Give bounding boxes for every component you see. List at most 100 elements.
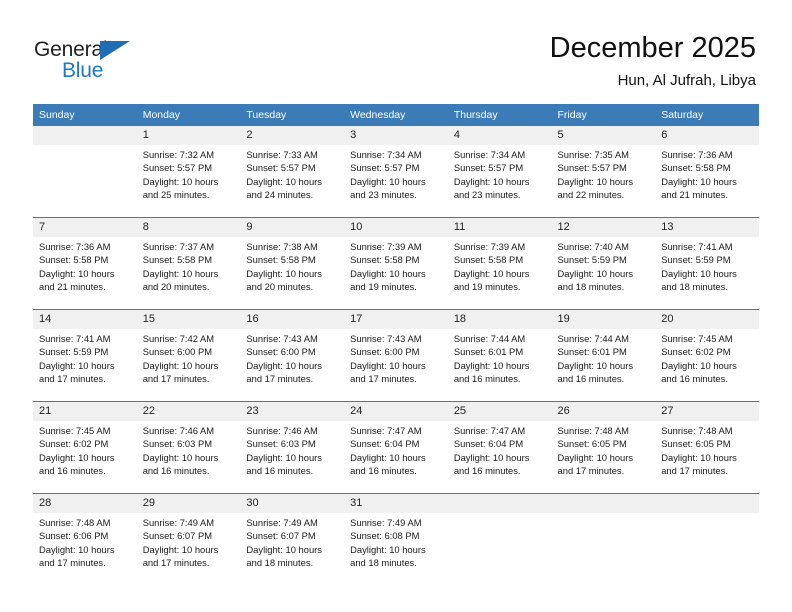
day-daylight-1-text: Daylight: 10 hours [246, 359, 322, 371]
calendar-day-cell[interactable]: 25 Sunrise: 7:47 AM Sunset: 6:04 PM Dayligh… [447, 401, 552, 494]
day-daylight-1-text: Daylight: 10 hours [453, 175, 530, 187]
weekday-header-friday: Friday [551, 104, 656, 126]
day-daylight-1-text: Daylight: 10 hours [350, 359, 426, 371]
calendar-day-cell[interactable]: 9 Sunrise: 7:38 AM Sunset: 5:58 PM Daylight… [240, 217, 345, 310]
calendar-day-cell[interactable]: 5 Sunrise: 7:35 AM Sunset: 5:57 PM Daylight… [551, 126, 656, 218]
calendar-day-cell[interactable]: 8 Sunrise: 7:37 AM Sunset: 5:58 PM Daylight… [136, 217, 241, 310]
day-number: 19 [551, 310, 656, 329]
day-sunrise-text: Sunrise: 7:46 AM [142, 425, 215, 436]
day-sunrise-text: Sunrise: 7:43 AM [350, 333, 422, 344]
day-number: 3 [344, 126, 448, 145]
day-daylight-2-text: and 17 minutes. [661, 464, 728, 476]
day-sunset-text: Sunset: 5:58 PM [661, 162, 731, 174]
day-sunrise-text: Sunrise: 7:48 AM [39, 517, 111, 528]
calendar-day-cell[interactable]: 30 Sunrise: 7:49 AM Sunset: 6:07 PM Dayligh… [240, 493, 345, 585]
calendar-day-cell[interactable]: 24 Sunrise: 7:47 AM Sunset: 6:04 PM Dayligh… [344, 401, 448, 494]
day-number: 12 [551, 218, 656, 237]
day-details: Sunrise: 7:36 AM Sunset: 5:58 PM Daylight:… [655, 145, 759, 217]
day-number: 31 [344, 494, 448, 513]
day-daylight-2-text: and 16 minutes. [39, 464, 106, 476]
day-number: 18 [447, 310, 552, 329]
day-daylight-1-text: Daylight: 10 hours [246, 451, 322, 463]
day-details: Sunrise: 7:49 AM Sunset: 6:08 PM Daylight:… [344, 513, 448, 585]
day-details: Sunrise: 7:45 AM Sunset: 6:02 PM Daylight:… [655, 329, 759, 401]
calendar-day-cell[interactable]: 31 Sunrise: 7:49 AM Sunset: 6:08 PM Dayligh… [344, 493, 448, 585]
day-sunset-text: Sunset: 6:07 PM [246, 530, 316, 542]
calendar-page: General Blue December 2025 Hun, Al Jufra… [0, 0, 792, 612]
calendar-day-cell[interactable]: 23 Sunrise: 7:46 AM Sunset: 6:03 PM Dayligh… [240, 401, 345, 494]
day-details: Sunrise: 7:40 AM Sunset: 5:59 PM Daylight:… [551, 237, 656, 309]
calendar-day-cell[interactable]: 26 Sunrise: 7:48 AM Sunset: 6:05 PM Dayligh… [551, 401, 656, 494]
day-daylight-2-text: and 16 minutes. [246, 464, 314, 476]
calendar-day-cell[interactable]: 15 Sunrise: 7:42 AM Sunset: 6:00 PM Dayligh… [136, 309, 241, 402]
day-sunrise-text: Sunrise: 7:40 AM [557, 241, 629, 252]
calendar-day-cell[interactable]: 12 Sunrise: 7:40 AM Sunset: 5:59 PM Dayligh… [551, 217, 656, 310]
day-number: 22 [136, 402, 241, 421]
calendar-day-cell[interactable]: 17 Sunrise: 7:43 AM Sunset: 6:00 PM Dayligh… [344, 309, 448, 402]
calendar-day-cell[interactable]: 21 Sunrise: 7:45 AM Sunset: 6:02 PM Dayligh… [33, 401, 137, 494]
day-details: Sunrise: 7:44 AM Sunset: 6:01 PM Daylight:… [447, 329, 552, 401]
day-sunrise-text: Sunrise: 7:49 AM [350, 517, 422, 528]
day-sunrise-text: Sunrise: 7:44 AM [453, 333, 526, 344]
calendar-day-cell[interactable]: 28 Sunrise: 7:48 AM Sunset: 6:06 PM Dayligh… [33, 493, 137, 585]
weekday-header-monday: Monday [136, 104, 241, 126]
day-sunset-text: Sunset: 6:01 PM [453, 346, 524, 358]
day-daylight-2-text: and 18 minutes. [350, 556, 417, 568]
day-daylight-1-text: Daylight: 10 hours [661, 175, 737, 187]
day-sunrise-text: Sunrise: 7:44 AM [557, 333, 629, 344]
calendar-day-cell[interactable]: 4 Sunrise: 7:34 AM Sunset: 5:57 PM Daylight… [447, 126, 552, 218]
day-sunset-text: Sunset: 6:00 PM [246, 346, 316, 358]
calendar-body: 1 Sunrise: 7:32 AM Sunset: 5:57 PM Daylight… [33, 126, 759, 585]
day-sunrise-text: Sunrise: 7:42 AM [142, 333, 215, 344]
day-daylight-2-text: and 20 minutes. [246, 280, 314, 292]
day-number: 30 [240, 494, 345, 513]
calendar-table: Sunday Monday Tuesday Wednesday Thursday… [33, 104, 759, 585]
calendar-day-cell[interactable]: 20 Sunrise: 7:45 AM Sunset: 6:02 PM Dayligh… [655, 309, 759, 402]
calendar-week-row: 14 Sunrise: 7:41 AM Sunset: 5:59 PM Dayligh… [33, 309, 759, 402]
day-details: Sunrise: 7:45 AM Sunset: 6:02 PM Daylight:… [33, 421, 137, 493]
calendar-day-cell[interactable]: 22 Sunrise: 7:46 AM Sunset: 6:03 PM Dayligh… [136, 401, 241, 494]
calendar-day-cell[interactable]: 11 Sunrise: 7:39 AM Sunset: 5:58 PM Dayligh… [447, 217, 552, 310]
day-sunset-text: Sunset: 5:57 PM [453, 162, 524, 174]
day-number [655, 494, 759, 513]
day-daylight-2-text: and 16 minutes. [350, 464, 417, 476]
calendar-week-row: 28 Sunrise: 7:48 AM Sunset: 6:06 PM Dayligh… [33, 493, 759, 585]
day-daylight-2-text: and 17 minutes. [557, 464, 625, 476]
day-daylight-1-text: Daylight: 10 hours [39, 451, 115, 463]
day-sunset-text: Sunset: 6:03 PM [246, 438, 316, 450]
calendar-week-row: 1 Sunrise: 7:32 AM Sunset: 5:57 PM Daylight… [33, 126, 759, 218]
day-daylight-1-text: Daylight: 10 hours [453, 359, 530, 371]
calendar-day-cell[interactable]: 19 Sunrise: 7:44 AM Sunset: 6:01 PM Dayligh… [551, 309, 656, 402]
day-sunset-text: Sunset: 5:58 PM [246, 254, 316, 266]
day-details: Sunrise: 7:37 AM Sunset: 5:58 PM Daylight:… [136, 237, 241, 309]
calendar-day-cell[interactable]: 27 Sunrise: 7:48 AM Sunset: 6:05 PM Dayligh… [655, 401, 759, 494]
day-daylight-2-text: and 17 minutes. [39, 372, 106, 384]
logo-text-blue: Blue [62, 59, 104, 82]
calendar-day-cell[interactable]: 18 Sunrise: 7:44 AM Sunset: 6:01 PM Dayligh… [447, 309, 552, 402]
calendar-day-cell[interactable]: 14 Sunrise: 7:41 AM Sunset: 5:59 PM Dayligh… [33, 309, 137, 402]
day-daylight-1-text: Daylight: 10 hours [142, 267, 219, 279]
calendar-day-cell[interactable]: 10 Sunrise: 7:39 AM Sunset: 5:58 PM Dayligh… [344, 217, 448, 310]
day-sunrise-text: Sunrise: 7:35 AM [557, 149, 629, 160]
day-details [551, 513, 656, 585]
day-sunset-text: Sunset: 6:03 PM [142, 438, 213, 450]
day-sunrise-text: Sunrise: 7:47 AM [453, 425, 526, 436]
day-daylight-2-text: and 20 minutes. [142, 280, 210, 292]
day-details: Sunrise: 7:48 AM Sunset: 6:05 PM Daylight:… [655, 421, 759, 493]
day-sunset-text: Sunset: 5:57 PM [142, 162, 213, 174]
calendar-day-cell[interactable]: 7 Sunrise: 7:36 AM Sunset: 5:58 PM Daylight… [33, 217, 137, 310]
day-sunset-text: Sunset: 6:05 PM [557, 438, 627, 450]
day-sunset-text: Sunset: 6:08 PM [350, 530, 420, 542]
calendar-day-cell[interactable]: 6 Sunrise: 7:36 AM Sunset: 5:58 PM Daylight… [655, 126, 759, 218]
calendar-day-cell[interactable]: 2 Sunrise: 7:33 AM Sunset: 5:57 PM Daylight… [240, 126, 345, 218]
calendar-day-cell[interactable]: 16 Sunrise: 7:43 AM Sunset: 6:00 PM Dayligh… [240, 309, 345, 402]
calendar-day-cell[interactable]: 1 Sunrise: 7:32 AM Sunset: 5:57 PM Daylight… [136, 126, 241, 218]
day-daylight-1-text: Daylight: 10 hours [557, 359, 634, 371]
day-details: Sunrise: 7:36 AM Sunset: 5:58 PM Daylight:… [33, 237, 137, 309]
calendar-day-cell[interactable]: 29 Sunrise: 7:49 AM Sunset: 6:07 PM Dayligh… [136, 493, 241, 585]
day-details: Sunrise: 7:39 AM Sunset: 5:58 PM Daylight:… [447, 237, 552, 309]
calendar-day-cell[interactable]: 13 Sunrise: 7:41 AM Sunset: 5:59 PM Dayligh… [655, 217, 759, 310]
calendar-day-cell[interactable]: 3 Sunrise: 7:34 AM Sunset: 5:57 PM Daylight… [344, 126, 448, 218]
day-sunset-text: Sunset: 5:58 PM [453, 254, 524, 266]
day-sunset-text: Sunset: 5:59 PM [661, 254, 731, 266]
